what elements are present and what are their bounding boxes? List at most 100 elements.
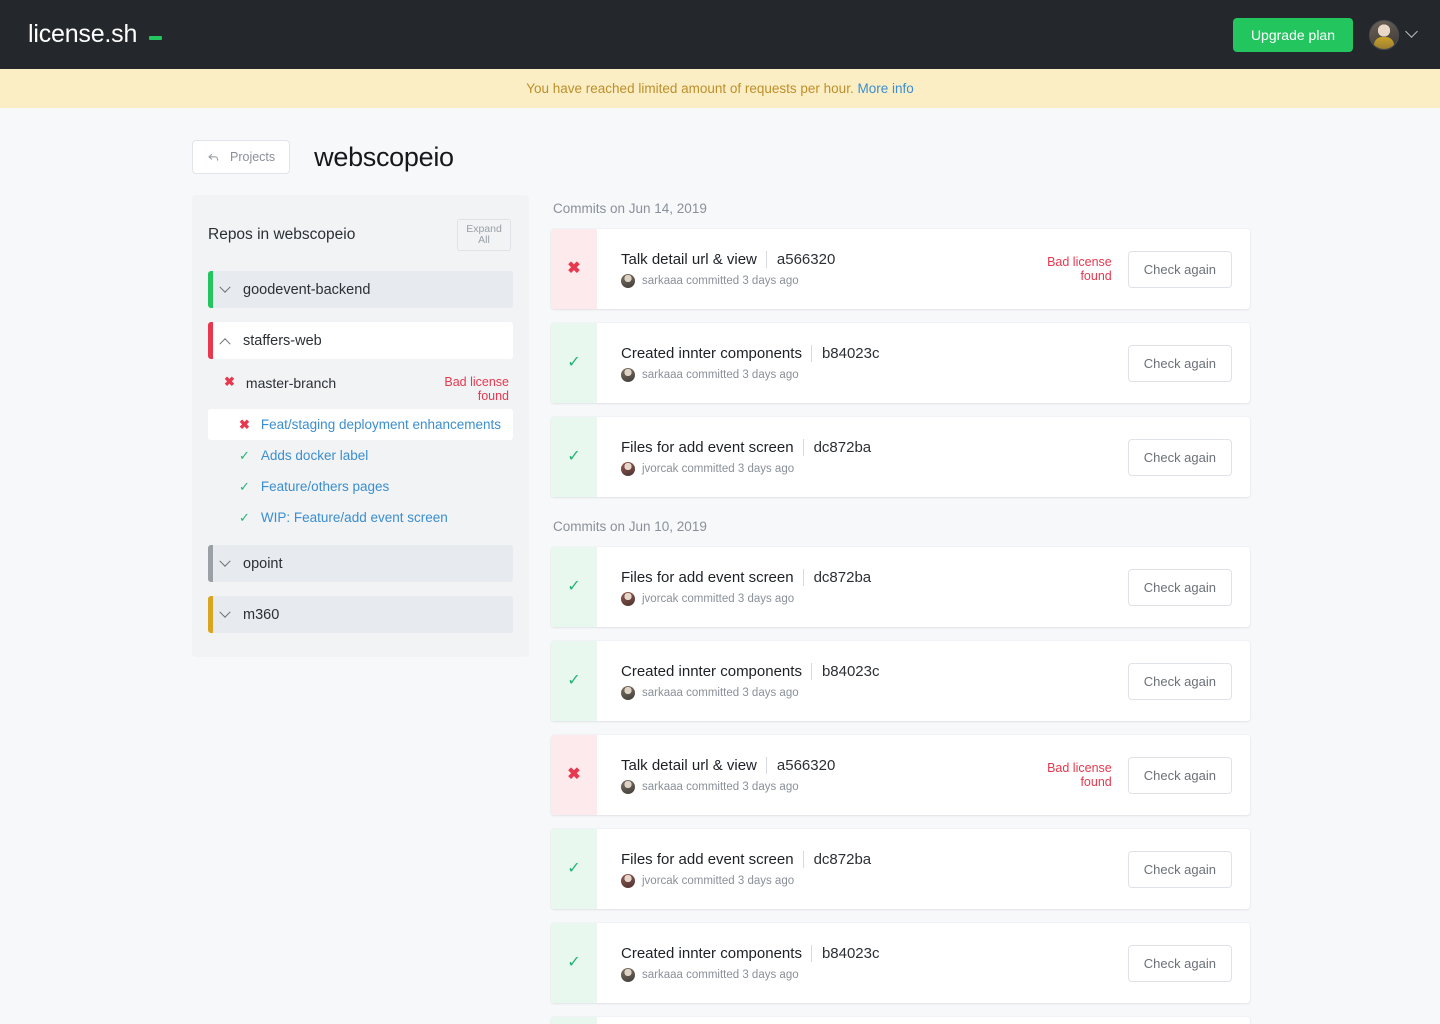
- commit-author: sarkaaa committed 3 days ago: [642, 968, 799, 981]
- check-icon: ✓: [551, 323, 597, 403]
- cross-icon: ✖: [239, 417, 250, 432]
- avatar: [621, 273, 635, 288]
- commit-card[interactable]: ✓ Created innter components b84023c sarkaaa…: [551, 323, 1250, 403]
- terminal-cursor-icon: [149, 36, 163, 40]
- commit-hash: a566320: [776, 250, 836, 268]
- avatar: [621, 367, 635, 382]
- branch-name: master-branch: [245, 375, 337, 391]
- check-again-button[interactable]: Check again: [1127, 344, 1232, 382]
- chevron-down-icon[interactable]: [1405, 25, 1418, 38]
- commit-meta: jvorcak committed 3 days ago: [621, 591, 1112, 606]
- commit-card[interactable]: ✓ Created innter components b84023c sarkaaa…: [551, 641, 1250, 721]
- check-again-button[interactable]: Check again: [1127, 850, 1232, 888]
- commit-message: Created innter components: [621, 662, 812, 680]
- repo-row-opoint[interactable]: opoint: [208, 545, 513, 582]
- repo-name: goodevent-backend: [243, 281, 371, 298]
- commit-card[interactable]: ✓Files for add event screendc872bajvorca…: [551, 1017, 1250, 1024]
- branch-row-wip-feature-add-event-screen[interactable]: ✓ WIP: Feature/add event screen: [208, 502, 513, 533]
- branch-row-master[interactable]: ✖ master-branch Bad license found: [208, 369, 513, 409]
- check-again-button[interactable]: Check again: [1127, 250, 1232, 288]
- commit-card-body: Files for add event screen dc872ba jvorcak…: [597, 829, 1250, 909]
- commit-info: Talk detail url & view a566320 sarkaaa com…: [621, 756, 1022, 794]
- commit-card[interactable]: ✓ Files for add event screendc872ba jvorca…: [551, 547, 1250, 627]
- check-again-button[interactable]: Check again: [1127, 944, 1232, 982]
- commit-card[interactable]: ✖ Talk detail url & view a566320 sarkaaa co…: [551, 735, 1250, 815]
- chevron-down-icon: [219, 555, 231, 567]
- user-menu[interactable]: [1369, 19, 1418, 50]
- page-content: Projects webscopeio Repos in webscopeio …: [0, 108, 1440, 1024]
- branch-row-feat-staging[interactable]: ✖ Feat/staging deployment enhancements: [208, 409, 513, 440]
- avatar: [621, 873, 635, 888]
- commit-message: Talk detail url & view: [621, 250, 767, 268]
- upgrade-plan-button[interactable]: Upgrade plan: [1232, 17, 1353, 52]
- branch-link[interactable]: Feat/staging deployment enhancements: [261, 417, 501, 432]
- check-icon: ✓: [551, 547, 597, 627]
- page-title: webscopeio: [314, 141, 454, 172]
- branch-link[interactable]: Feature/others pages: [261, 479, 389, 494]
- repo-row-goodevent-backend[interactable]: goodevent-backend: [208, 271, 513, 308]
- check-again-button[interactable]: Check again: [1127, 662, 1232, 700]
- check-again-button[interactable]: Check again: [1127, 438, 1232, 476]
- commit-head: Talk detail url & view a566320: [621, 250, 1022, 268]
- commit-head: Files for add event screen dc872ba: [621, 850, 1112, 868]
- check-again-button[interactable]: Check again: [1127, 756, 1232, 794]
- commit-meta: sarkaaa committed 3 days ago: [621, 685, 1112, 700]
- commit-head: Files for add event screen dc872ba: [621, 568, 1112, 586]
- commit-head: Created innter components b84023c: [621, 662, 1112, 680]
- repo-status-bar: [208, 545, 213, 582]
- app-logo[interactable]: license.sh: [28, 20, 163, 49]
- rate-limit-banner: You have reached limited amount of reque…: [0, 69, 1440, 108]
- avatar: [621, 591, 635, 606]
- avatar[interactable]: [1369, 19, 1399, 50]
- check-icon: ✓: [551, 1017, 597, 1024]
- branch-link[interactable]: WIP: Feature/add event screen: [261, 510, 448, 525]
- commit-group: Commits on Jun 10, 2019 ✓ Files for add ev…: [551, 519, 1250, 1024]
- commit-card[interactable]: ✓Files for add event screendc872bajvorca…: [551, 417, 1250, 497]
- commit-hash: b84023c: [821, 662, 880, 680]
- check-icon: ✓: [551, 641, 597, 721]
- commit-author: jvorcak committed 3 days ago: [642, 592, 795, 605]
- avatar: [621, 967, 635, 982]
- sidebar-header: Repos in webscopeio Expand All: [192, 219, 529, 251]
- commit-message: Files for add event screen: [621, 568, 804, 586]
- cross-icon: ✖: [551, 735, 597, 815]
- branch-row-feature-others-pages[interactable]: ✓ Feature/others pages: [208, 471, 513, 502]
- navbar-right: Upgrade plan: [1232, 17, 1418, 52]
- back-to-projects-button[interactable]: Projects: [192, 140, 291, 174]
- check-again-button[interactable]: Check again: [1127, 568, 1232, 606]
- commit-meta: jvorcak committed 3 days ago: [621, 461, 1112, 476]
- commit-hash: dc872ba: [813, 850, 872, 868]
- repo-name: staffers-web: [243, 332, 322, 349]
- content-columns: Repos in webscopeio Expand All goodevent…: [0, 174, 1440, 1024]
- commit-head: Created innter components b84023c: [621, 344, 1112, 362]
- commit-card-body: Files for add event screen dc872ba jvorcak…: [597, 547, 1250, 627]
- branch-link[interactable]: Adds docker label: [261, 448, 368, 463]
- commit-info: Talk detail url & view a566320 sarkaaa com…: [621, 250, 1022, 288]
- commit-card[interactable]: ✖ Talk detail url & view a566320 sarkaaa co…: [551, 229, 1250, 309]
- commit-card[interactable]: ✓Files for add event screendc872bajvorca…: [551, 829, 1250, 909]
- commit-author: jvorcak committed 3 days ago: [642, 462, 795, 475]
- repo-row-staffers-web[interactable]: staffers-web: [208, 322, 513, 359]
- expand-all-button[interactable]: Expand All: [457, 219, 511, 251]
- commit-meta: sarkaaa committed 3 days ago: [621, 273, 1022, 288]
- commit-message: Files for add event screen: [621, 850, 804, 868]
- check-icon: ✓: [551, 923, 597, 1003]
- commit-card[interactable]: ✓ Created innter components b84023c sarkaaa…: [551, 923, 1250, 1003]
- sidebar-title: Repos in webscopeio: [208, 226, 356, 243]
- back-arrow-icon: [208, 153, 219, 161]
- repo-row-m360[interactable]: m360: [208, 596, 513, 633]
- logo-text: license.sh: [28, 20, 138, 48]
- commit-info: Created innter components b84023c sarkaaa …: [621, 944, 1112, 982]
- check-icon: ✓: [551, 829, 597, 909]
- chevron-down-icon: [219, 606, 231, 618]
- chevron-down-icon: [219, 281, 231, 293]
- more-info-link[interactable]: More info: [857, 81, 913, 96]
- check-icon: ✓: [239, 448, 250, 463]
- branch-row-adds-docker-label[interactable]: ✓ Adds docker label: [208, 440, 513, 471]
- commit-groups: Commits on Jun 14, 2019 ✖ Talk detail url …: [551, 201, 1250, 1024]
- commits-panel: Commits on Jun 14, 2019 ✖ Talk detail url …: [551, 195, 1440, 1024]
- banner-text-wrap: You have reached limited amount of reque…: [526, 81, 914, 96]
- commit-info: Created innter components b84023c sarkaaa …: [621, 662, 1112, 700]
- commit-card-body: Files for add event screen dc872ba jvorcak…: [597, 417, 1250, 497]
- avatar: [621, 779, 635, 794]
